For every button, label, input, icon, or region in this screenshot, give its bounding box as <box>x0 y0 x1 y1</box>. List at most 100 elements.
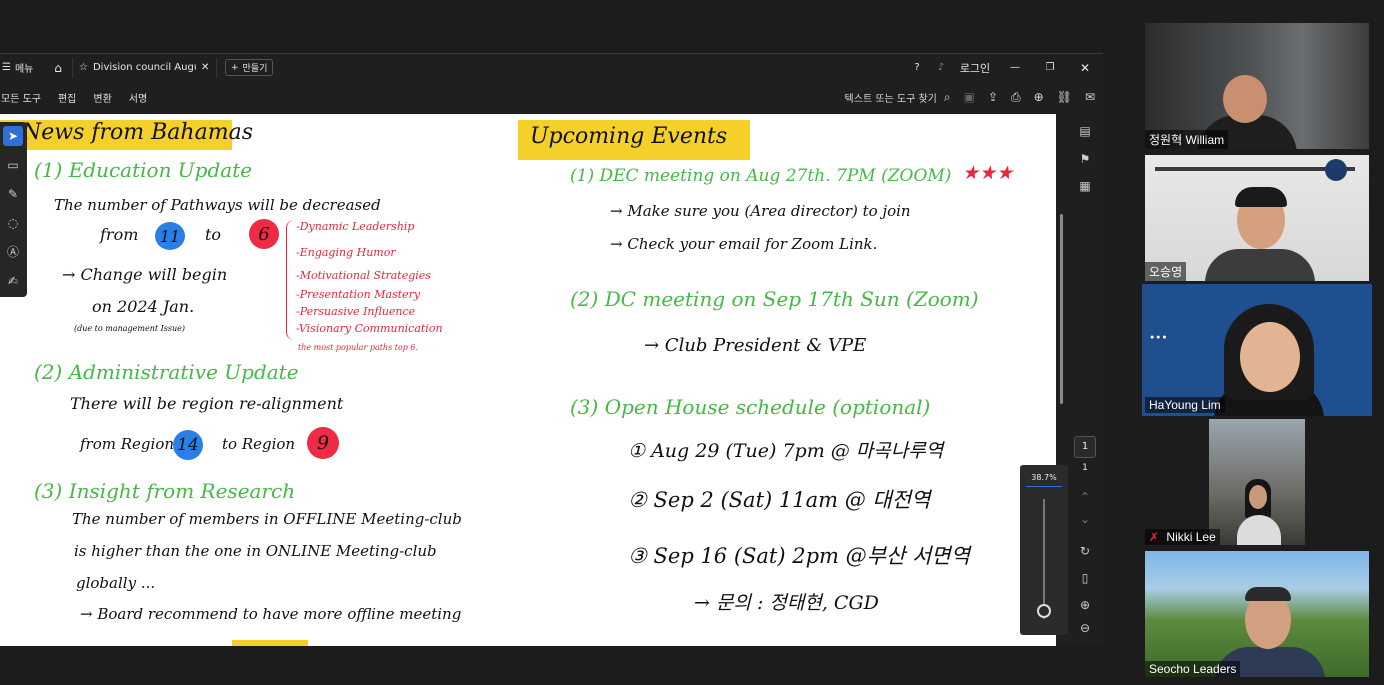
find-tools-label[interactable]: 텍스트 또는 도구 찾기 <box>845 90 937 105</box>
path-item: -Presentation Mastery <box>296 288 421 301</box>
open-house-2: ② Sep 2 (Sat) 11am @ 대전역 <box>628 488 931 512</box>
rotate-icon[interactable]: ↻ <box>1075 544 1095 558</box>
open-house-1: ① Aug 29 (Tue) 7pm @ 마곡나루역 <box>628 440 944 462</box>
bell-icon[interactable]: ♪ <box>929 62 953 73</box>
event-1-note-b: → Check your email for Zoom Link. <box>610 235 878 253</box>
zoom-slider-handle[interactable] <box>1037 604 1051 618</box>
participant-tile[interactable]: Seocho Leaders <box>1145 551 1369 677</box>
menu-all-tools[interactable]: 모든 도구 <box>1 90 41 105</box>
admin-from: from Region <box>80 435 175 453</box>
contact-line: → 문의 : 정태현, CGD <box>694 592 879 614</box>
zoom-track[interactable] <box>1043 499 1045 619</box>
signature-icon[interactable]: ✍ <box>3 271 23 291</box>
zoom-out-icon[interactable]: ⊖ <box>1075 621 1095 635</box>
menu-button[interactable]: ☰ 메뉴 <box>0 60 44 75</box>
close-tab-icon[interactable]: ✕ <box>201 62 209 73</box>
research-line2: is higher than the one in ONLINE Meeting… <box>74 542 437 560</box>
pathways-to-circle: 6 <box>249 219 279 249</box>
zoom-slider-panel: 38.7% <box>1020 465 1068 635</box>
lasso-icon[interactable]: ◌ <box>3 213 23 233</box>
plus-icon: + <box>231 62 239 73</box>
bottom-highlight <box>232 640 308 646</box>
participant-tile-active[interactable]: ● ● ● HaYoung Lim <box>1142 284 1372 416</box>
comment-icon[interactable]: ▭ <box>3 155 23 175</box>
page-number-input[interactable]: 1 <box>1074 436 1096 458</box>
change-begin: → Change will begin <box>62 265 228 284</box>
document-canvas: News from Bahamas (1) Education Update T… <box>0 114 1056 646</box>
page-down-icon[interactable]: ⌄ <box>1075 512 1095 526</box>
participant-name: Seocho Leaders <box>1145 661 1241 677</box>
close-window-icon[interactable]: ✕ <box>1067 61 1103 75</box>
participant-name-text: Nikki Lee <box>1166 530 1216 544</box>
restore-icon[interactable]: ❐ <box>1033 62 1067 73</box>
logo-badge <box>1325 159 1347 181</box>
toolbar-menus: 모든 도구 편집 변환 서명 <box>0 90 164 105</box>
link-icon[interactable]: ⛓ <box>1057 90 1072 104</box>
person-face <box>1249 485 1267 509</box>
mail-icon[interactable]: ✉ <box>1085 90 1095 104</box>
menu-sign[interactable]: 서명 <box>129 90 147 105</box>
right-panel <box>1066 114 1103 646</box>
hamburger-icon: ☰ <box>2 62 11 73</box>
event-2-note: → Club President & VPE <box>644 335 867 356</box>
share-user-icon[interactable]: ⊕ <box>1034 90 1044 104</box>
research-line4: → Board recommend to have more offline m… <box>80 605 462 623</box>
zoom-percentage[interactable]: 38.7% <box>1026 473 1062 487</box>
search-icon[interactable]: ⌕ <box>944 90 951 105</box>
region-from-circle: 14 <box>173 430 203 460</box>
change-date: on 2024 Jan. <box>92 297 195 316</box>
bookmarks-icon[interactable]: ⚑ <box>1075 152 1095 166</box>
cursor-icon[interactable]: ➤ <box>3 126 23 146</box>
backdrop-logos: ● ● ● <box>1150 334 1167 341</box>
left-title: News from Bahamas <box>22 120 253 145</box>
participant-name: 정원혁 William <box>1145 130 1229 149</box>
participant-tile[interactable]: 정원혁 William <box>1145 23 1369 149</box>
minimize-icon[interactable]: — <box>997 62 1033 73</box>
participant-name: 오승영 <box>1145 262 1187 281</box>
participant-tile[interactable]: ✗ Nikki Lee <box>1145 419 1369 545</box>
print-icon[interactable]: ⎙ <box>1011 90 1021 105</box>
education-to: to <box>205 225 222 244</box>
management-note: (due to management Issue) <box>74 324 185 333</box>
zoom-in-icon[interactable]: ⊕ <box>1075 598 1095 612</box>
comments-panel-icon[interactable]: ▤ <box>1075 124 1095 138</box>
viewer-toolbar: 모든 도구 편집 변환 서명 텍스트 또는 도구 찾기 ⌕ ▣ ⇪ ⎙ ⊕ ⛓ … <box>0 81 1103 113</box>
home-icon[interactable]: ⌂ <box>44 61 72 75</box>
text-box-icon[interactable]: Ⓐ <box>3 242 23 262</box>
help-icon[interactable]: ? <box>905 62 929 73</box>
path-item: -Visionary Communication <box>296 322 443 335</box>
annotation-toolbar: ➤ ▭ ✎ ◌ Ⓐ ✍ <box>0 122 27 297</box>
page-up-icon[interactable]: ⌃ <box>1075 490 1095 504</box>
save-icon[interactable]: ▣ <box>964 90 975 104</box>
zoom-meeting-window: ☰ 메뉴 ⌂ ☆ Division council Augu... ✕ + 만들… <box>0 0 1384 685</box>
menu-edit[interactable]: 편집 <box>58 90 76 105</box>
person-hair <box>1245 587 1291 601</box>
administrative-heading: (2) Administrative Update <box>34 360 299 384</box>
paths-brace <box>286 220 294 340</box>
event-3: (3) Open House schedule (optional) <box>570 395 931 419</box>
person-hair <box>1235 187 1287 207</box>
new-tab-button[interactable]: + 만들기 <box>225 59 274 76</box>
admin-to: to Region <box>222 435 296 453</box>
pathways-from-circle: 11 <box>155 222 185 250</box>
pen-icon[interactable]: ✎ <box>3 184 23 204</box>
path-item: -Engaging Humor <box>296 246 396 259</box>
document-tab[interactable]: ☆ Division council Augu... ✕ <box>72 57 217 78</box>
person-body <box>1205 249 1315 281</box>
participant-tile[interactable]: 오승영 <box>1145 155 1369 281</box>
viewer-titlebar: ☰ 메뉴 ⌂ ☆ Division council Augu... ✕ + 만들… <box>0 54 1103 81</box>
event-2: (2) DC meeting on Sep 17th Sun (Zoom) <box>570 287 979 311</box>
page-fit-icon[interactable]: ▯ <box>1075 571 1095 585</box>
menu-label: 메뉴 <box>14 64 34 75</box>
education-line1: The number of Pathways will be decreased <box>54 196 381 214</box>
vertical-scrollbar[interactable] <box>1060 214 1063 404</box>
research-line1: The number of members in OFFLINE Meeting… <box>72 510 462 528</box>
thumbnails-icon[interactable]: ▦ <box>1075 179 1095 193</box>
star-icon: ☆ <box>79 62 88 73</box>
path-item: -Persuasive Influence <box>296 305 416 318</box>
event-1-stars: ★★★ <box>962 162 1014 184</box>
menu-convert[interactable]: 변환 <box>93 90 111 105</box>
titlebar-right: ? ♪ 로그인 — ❐ ✕ <box>905 54 1103 81</box>
login-link[interactable]: 로그인 <box>953 60 997 76</box>
upload-icon[interactable]: ⇪ <box>988 90 998 104</box>
